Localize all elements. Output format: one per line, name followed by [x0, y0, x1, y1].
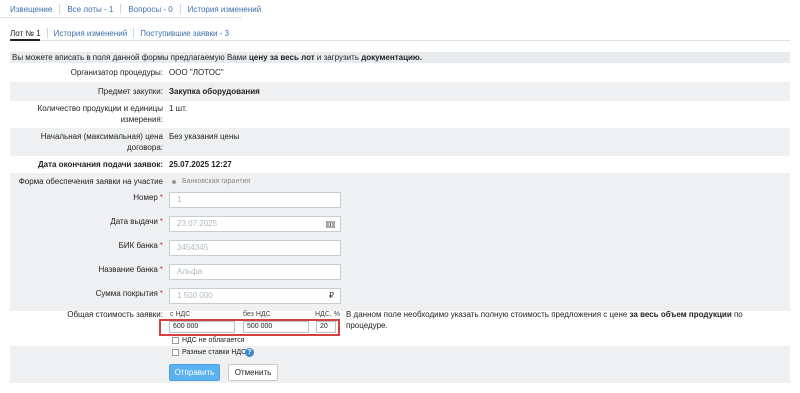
coverage-label-text: Сумма покрытия — [95, 289, 158, 298]
without-vat-label: без НДС — [243, 311, 271, 318]
row-bik: БИК банка * 3454345 — [10, 239, 790, 263]
subtab-change-history[interactable]: История изменений — [54, 29, 128, 38]
bank-name-input[interactable]: Альфа — [169, 264, 341, 280]
number-label-text: Номер — [133, 193, 158, 202]
row-quantity: Количество продукции и единицы измерения… — [10, 101, 790, 128]
subject-value: Закупка оборудования — [169, 87, 260, 96]
bank-name-label-text: Название банка — [98, 265, 158, 274]
bid-form: Вы можете вписать в поля данной формы пр… — [10, 52, 790, 311]
notice-bold-docs: документацию. — [361, 53, 422, 62]
initial-price-label-line1: Начальная (максимальная) цена — [40, 132, 163, 141]
tab-questions[interactable]: Вопросы - 0 — [128, 5, 172, 14]
submit-button[interactable]: Отправить — [169, 364, 220, 381]
issue-date-input[interactable]: 23.07.2025 — [169, 216, 341, 232]
top-tabs-divider — [0, 17, 242, 18]
price-hint-bold: за весь объем продукции — [629, 310, 732, 319]
row-coverage: Сумма покрытия * 1 500 000 ₽ — [10, 287, 790, 311]
notice-bold-price: цену за весь лот — [248, 53, 315, 62]
form-notice: Вы можете вписать в поля данной формы пр… — [10, 52, 790, 63]
row-number: Номер * 1 — [10, 191, 790, 215]
bik-input[interactable]: 3454345 — [169, 240, 341, 256]
no-vat-checkbox[interactable] — [172, 337, 179, 344]
security-form-label: Форма обеспечения заявки на участие — [18, 177, 163, 186]
number-label: Номер * — [10, 192, 163, 203]
deadline-value: 25.07.2025 12:27 — [169, 160, 232, 169]
tab-notice[interactable]: Извещение — [10, 5, 52, 14]
sub-tabs: Лот № 1 История изменений Поступившие за… — [10, 27, 229, 39]
form-actions-area — [10, 346, 790, 383]
coverage-input[interactable]: 1 500 000 ₽ — [169, 288, 341, 304]
top-tabs: Извещение Все лоты - 1 Вопросы - 0 Истор… — [10, 3, 261, 15]
row-issue-date: Дата выдачи * 23.07.2025 — [10, 215, 790, 239]
required-mark: * — [159, 193, 163, 202]
tab-divider — [59, 4, 61, 14]
price-without-vat-input[interactable]: 500 000 — [243, 321, 309, 333]
notice-text: Вы можете вписать в поля данной формы пр… — [12, 53, 249, 62]
tab-divider — [133, 28, 135, 38]
required-mark: * — [159, 265, 163, 274]
subtab-lot-1[interactable]: Лот № 1 — [10, 29, 41, 38]
tab-change-history[interactable]: История изменений — [188, 5, 262, 14]
vat-pct-input[interactable]: 20 — [316, 321, 336, 333]
calendar-icon[interactable] — [326, 217, 335, 231]
subject-label: Предмет закупки: — [98, 87, 163, 96]
row-security-form: Форма обеспечения заявки на участие Банк… — [10, 173, 790, 191]
row-subject: Предмет закупки: Закупка оборудования — [10, 82, 790, 101]
total-price-label: Общая стоимость заявки: — [67, 310, 163, 319]
tab-divider — [46, 28, 48, 38]
row-bank-name: Название банка * Альфа — [10, 263, 790, 287]
row-initial-price: Начальная (максимальная) цена договора: … — [10, 128, 790, 156]
subtab-received-bids[interactable]: Поступившие заявки - 3 — [140, 29, 229, 38]
tab-divider — [179, 4, 181, 14]
price-with-vat-input[interactable]: 600 000 — [169, 321, 235, 333]
bank-name-label: Название банка * — [10, 264, 164, 275]
diff-rates-checkbox[interactable] — [172, 349, 179, 356]
issue-date-label: Дата выдачи * — [10, 216, 163, 227]
sub-tabs-divider — [10, 40, 790, 41]
no-vat-label: НДС не облагается — [182, 337, 245, 344]
bank-guarantee-label: Банковская гарантия — [182, 178, 251, 185]
row-organizer: Организатор процедуры: ООО "ЛОТОС" — [10, 63, 790, 82]
issue-date-label-text: Дата выдачи — [110, 217, 158, 226]
tab-divider — [120, 4, 122, 14]
coverage-label: Сумма покрытия * — [10, 288, 163, 299]
ruble-icon: ₽ — [328, 291, 334, 300]
row-deadline: Дата окончания подачи заявок: 25.07.2025… — [10, 156, 790, 173]
organizer-label: Организатор процедуры: — [70, 68, 163, 77]
price-hint: В данном поле необходимо указать полную … — [346, 309, 786, 331]
tab-all-lots[interactable]: Все лоты - 1 — [67, 5, 113, 14]
cancel-button[interactable]: Отменить — [228, 364, 278, 381]
number-input[interactable]: 1 — [169, 192, 341, 208]
bik-label-text: БИК банка — [118, 241, 158, 250]
bik-label: БИК банка * — [10, 240, 163, 251]
initial-price-value: Без указания цены — [169, 132, 240, 141]
coverage-value: 1 500 000 — [177, 291, 213, 300]
issue-date-value: 23.07.2025 — [177, 219, 218, 228]
required-mark: * — [159, 289, 163, 298]
deadline-label: Дата окончания подачи заявок: — [37, 160, 163, 169]
active-tab-indicator — [10, 39, 40, 41]
required-mark: * — [159, 217, 163, 226]
radio-bank-guarantee[interactable] — [172, 180, 176, 184]
help-icon[interactable]: ? — [245, 348, 254, 357]
required-mark: * — [159, 241, 163, 250]
quantity-label-line1: Количество продукции и единицы — [37, 104, 163, 113]
price-hint-text: В данном поле необходимо указать полную … — [346, 310, 630, 319]
with-vat-label: с НДС — [170, 311, 191, 318]
organizer-value: ООО "ЛОТОС" — [169, 68, 224, 77]
notice-text-2: и загрузить — [314, 53, 362, 62]
diff-rates-label: Разные ставки НДС — [182, 349, 247, 356]
quantity-value: 1 шт. — [169, 104, 188, 113]
quantity-label-line2: измерения: — [120, 115, 163, 124]
vat-pct-label: НДС, % — [315, 311, 340, 318]
initial-price-label-line2: договора: — [126, 143, 163, 152]
